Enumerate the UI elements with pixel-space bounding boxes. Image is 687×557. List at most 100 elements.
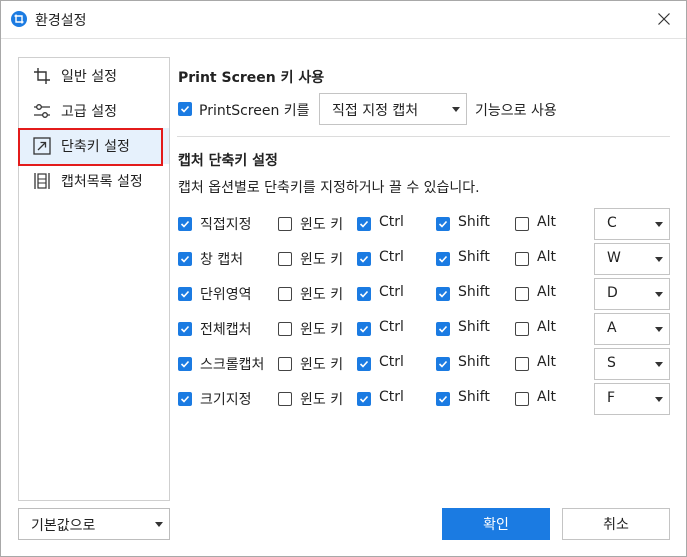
ctrl-label: Ctrl [379, 354, 404, 370]
shortcuts-section-title: 캡처 단축키 설정 [178, 153, 278, 169]
win-label: 윈도 키 [300, 252, 344, 268]
chevron-down-icon [655, 257, 663, 262]
alt-label: Alt [537, 354, 556, 370]
shift-checkbox[interactable] [436, 392, 450, 406]
alt-checkbox[interactable] [515, 287, 529, 301]
win-label: 윈도 키 [300, 287, 344, 303]
shift-checkbox[interactable] [436, 252, 450, 266]
ctrl-checkbox[interactable] [357, 392, 371, 406]
enable-checkbox[interactable] [178, 322, 192, 336]
close-icon[interactable] [658, 13, 670, 25]
sidebar-item-label: 일반 설정 [61, 69, 117, 85]
win-checkbox[interactable] [278, 217, 292, 231]
key-select-value: D [607, 285, 618, 301]
shift-checkbox[interactable] [436, 357, 450, 371]
chevron-down-icon [655, 222, 663, 227]
printscreen-section-title: Print Screen 키 사용 [178, 70, 325, 86]
enable-checkbox[interactable] [178, 392, 192, 406]
chevron-down-icon [655, 292, 663, 297]
alt-checkbox[interactable] [515, 392, 529, 406]
shift-label: Shift [458, 214, 490, 230]
alt-label: Alt [537, 284, 556, 300]
win-checkbox[interactable] [278, 357, 292, 371]
win-checkbox[interactable] [278, 322, 292, 336]
key-select[interactable]: A [594, 313, 670, 345]
defaults-dropdown[interactable]: 기본값으로 [18, 508, 170, 540]
win-checkbox[interactable] [278, 392, 292, 406]
sidebar-item-general[interactable]: 일반 설정 [19, 58, 169, 94]
alt-checkbox[interactable] [515, 217, 529, 231]
chevron-down-icon [655, 362, 663, 367]
key-select-value: W [607, 250, 621, 266]
app-logo-icon [11, 11, 27, 27]
sidebar-item-capture-list[interactable]: 캡처목록 설정 [19, 163, 169, 199]
cancel-button[interactable]: 취소 [562, 508, 670, 540]
win-label: 윈도 키 [300, 357, 344, 373]
shift-label: Shift [458, 389, 490, 405]
key-select-value: S [607, 355, 616, 371]
enable-checkbox[interactable] [178, 217, 192, 231]
alt-checkbox[interactable] [515, 357, 529, 371]
printscreen-function-select[interactable]: 직접 지정 캡처 [319, 93, 467, 125]
shift-label: Shift [458, 249, 490, 265]
sidebar-item-advanced[interactable]: 고급 설정 [19, 93, 169, 129]
title-bar: 환경설정 [1, 1, 686, 37]
key-select-value: F [607, 390, 616, 406]
enable-checkbox[interactable] [178, 357, 192, 371]
win-label: 윈도 키 [300, 322, 344, 338]
sidebar-item-shortcuts[interactable]: 단축키 설정 [18, 128, 169, 166]
win-label: 윈도 키 [300, 392, 344, 408]
sliders-icon [34, 104, 50, 118]
settings-sidebar: 일반 설정 고급 설정 단축키 설정 캡처목록 설정 [18, 57, 170, 501]
window-title: 환경설정 [35, 13, 87, 29]
defaults-dropdown-value: 기본값으로 [31, 518, 96, 534]
enable-label: 스크롤캡처 [200, 357, 265, 373]
sidebar-item-label: 캡처목록 설정 [61, 174, 143, 190]
ctrl-checkbox[interactable] [357, 217, 371, 231]
ctrl-label: Ctrl [379, 319, 404, 335]
enable-label: 창 캡처 [200, 252, 244, 268]
section-divider [177, 136, 670, 137]
alt-label: Alt [537, 389, 556, 405]
alt-checkbox[interactable] [515, 322, 529, 336]
shift-checkbox[interactable] [436, 217, 450, 231]
alt-checkbox[interactable] [515, 252, 529, 266]
win-checkbox[interactable] [278, 252, 292, 266]
enable-checkbox[interactable] [178, 252, 192, 266]
win-checkbox[interactable] [278, 287, 292, 301]
shift-label: Shift [458, 319, 490, 335]
sidebar-item-label: 고급 설정 [61, 104, 117, 120]
key-select[interactable]: W [594, 243, 670, 275]
ctrl-checkbox[interactable] [357, 252, 371, 266]
shift-checkbox[interactable] [436, 287, 450, 301]
printscreen-checkbox[interactable] [178, 102, 192, 116]
ok-button[interactable]: 확인 [442, 508, 550, 540]
ctrl-label: Ctrl [379, 249, 404, 265]
key-select[interactable]: C [594, 208, 670, 240]
key-select[interactable]: S [594, 348, 670, 380]
ctrl-label: Ctrl [379, 389, 404, 405]
ctrl-label: Ctrl [379, 214, 404, 230]
enable-label: 직접지정 [200, 217, 252, 233]
enable-label: 크기지정 [200, 392, 252, 408]
enable-checkbox[interactable] [178, 287, 192, 301]
ctrl-checkbox[interactable] [357, 357, 371, 371]
printscreen-function-value: 직접 지정 캡처 [332, 103, 419, 119]
ctrl-checkbox[interactable] [357, 287, 371, 301]
chevron-down-icon [452, 107, 460, 112]
close-button[interactable] [651, 7, 677, 31]
printscreen-checkbox-label: PrintScreen 키를 [199, 103, 310, 119]
key-select[interactable]: F [594, 383, 670, 415]
shift-checkbox[interactable] [436, 322, 450, 336]
shift-label: Shift [458, 284, 490, 300]
settings-window: 환경설정 일반 설정 고급 설정 단축키 설정 캡처목록 설정 기본값으로 Pr… [0, 0, 687, 557]
chevron-down-icon [655, 327, 663, 332]
key-select-value: A [607, 320, 617, 336]
title-divider [1, 38, 686, 39]
key-select[interactable]: D [594, 278, 670, 310]
capture-list-icon [34, 173, 50, 189]
enable-label: 전체캡처 [200, 322, 252, 338]
ctrl-checkbox[interactable] [357, 322, 371, 336]
chevron-down-icon [655, 397, 663, 402]
shortcuts-description: 캡처 옵션별로 단축키를 지정하거나 끌 수 있습니다. [178, 180, 480, 196]
